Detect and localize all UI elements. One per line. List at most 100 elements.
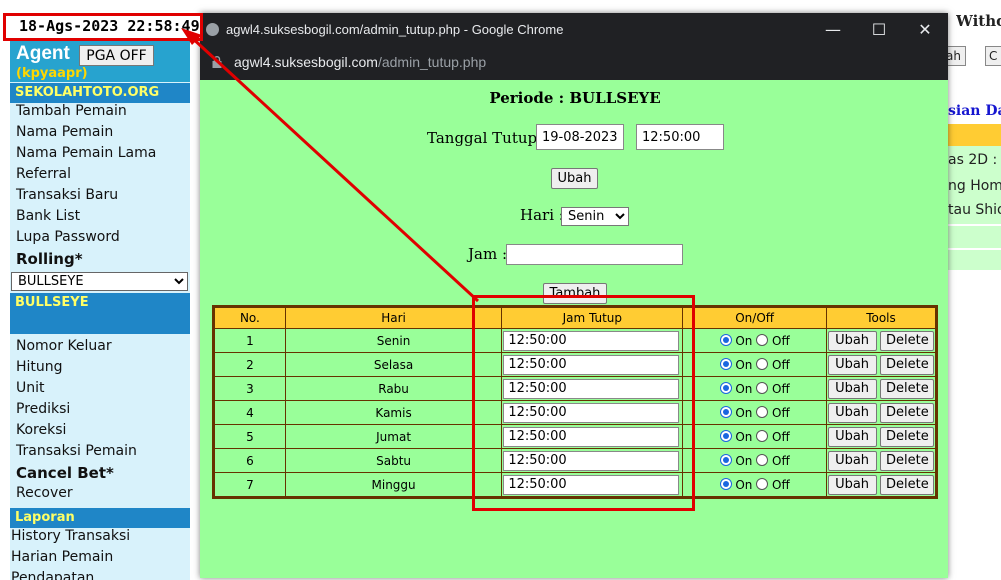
sidebar: Agent PGA OFF (kpyaapr) SEKOLAHTOTO.ORG … bbox=[10, 40, 190, 580]
radio-off-label: Off bbox=[772, 477, 790, 492]
sidebar-menu-item[interactable]: Pendapatan bbox=[10, 570, 190, 580]
row-delete-button[interactable]: Delete bbox=[880, 426, 935, 447]
row-ubah-button[interactable]: Ubah bbox=[827, 474, 877, 495]
radio-off[interactable] bbox=[756, 405, 769, 418]
annotation-highlight-box bbox=[472, 295, 695, 511]
minimize-icon[interactable]: — bbox=[810, 17, 856, 43]
section-bullseye: BULLSEYE bbox=[10, 293, 190, 334]
section-laporan: Laporan bbox=[10, 508, 190, 528]
agent-header: Agent PGA OFF (kpyaapr) bbox=[10, 40, 190, 82]
sidebar-menu-item[interactable]: Koreksi bbox=[10, 422, 190, 443]
radio-off-label: Off bbox=[772, 333, 790, 348]
row-hari: Selasa bbox=[285, 353, 502, 376]
sidebar-menu-item[interactable]: Nama Pemain bbox=[10, 124, 190, 145]
row-on-off: On Off bbox=[683, 401, 826, 424]
pga-off-button[interactable]: PGA OFF bbox=[79, 45, 154, 66]
header-on-off: On/Off bbox=[683, 308, 826, 328]
row-ubah-button[interactable]: Ubah bbox=[827, 330, 877, 351]
address-bar[interactable]: agwl4.suksesbogil.com/admin_tutup.php bbox=[200, 45, 948, 79]
sidebar-menu-item[interactable]: Unit bbox=[10, 380, 190, 401]
tanggal-tutup-label: Tanggal Tutup : bbox=[427, 129, 547, 147]
row-number: 3 bbox=[215, 377, 285, 400]
sidebar-menu-item[interactable]: History Transaksi bbox=[10, 528, 190, 549]
row-ubah-button[interactable]: Ubah bbox=[827, 450, 877, 471]
radio-off[interactable] bbox=[756, 381, 769, 394]
row-number: 7 bbox=[215, 473, 285, 496]
radio-off-label: Off bbox=[772, 381, 790, 396]
bg-yellow-row bbox=[948, 124, 1001, 146]
menu-rolling[interactable]: Rolling* bbox=[10, 250, 190, 271]
bg-row-line bbox=[948, 224, 1001, 226]
radio-on[interactable] bbox=[719, 429, 732, 442]
agent-title: Agent bbox=[16, 43, 70, 64]
row-tools: Ubah Delete bbox=[826, 401, 935, 424]
radio-on[interactable] bbox=[719, 381, 732, 394]
annotation-date-box: 18-Ags-2023 22:58:49 bbox=[3, 13, 203, 41]
bg-row-3: tau Shio bbox=[948, 202, 1001, 218]
jam-label: Jam : bbox=[468, 245, 508, 263]
sidebar-menu-item[interactable]: Transaksi Baru bbox=[10, 187, 190, 208]
radio-off[interactable] bbox=[756, 429, 769, 442]
sidebar-menu-item[interactable]: Nama Pemain Lama bbox=[10, 145, 190, 166]
sidebar-menu-item[interactable]: Lupa Password bbox=[10, 229, 190, 250]
rolling-select[interactable]: BULLSEYE bbox=[11, 272, 188, 291]
row-ubah-button[interactable]: Ubah bbox=[827, 426, 877, 447]
radio-on[interactable] bbox=[719, 453, 732, 466]
menu-group-3: History Transaksi Harian Pemain Pendapatan bbox=[10, 528, 190, 580]
sidebar-menu-item[interactable]: Tambah Pemain bbox=[10, 103, 190, 124]
bg-row-1: as 2D : bbox=[948, 152, 998, 168]
radio-off[interactable] bbox=[756, 333, 769, 346]
row-delete-button[interactable]: Delete bbox=[880, 330, 935, 351]
row-delete-button[interactable]: Delete bbox=[880, 354, 935, 375]
row-on-off: On Off bbox=[683, 329, 826, 352]
row-delete-button[interactable]: Delete bbox=[880, 378, 935, 399]
row-tools: Ubah Delete bbox=[826, 449, 935, 472]
tanggal-tutup-input[interactable] bbox=[536, 124, 624, 150]
bg-button-2[interactable]: C bbox=[985, 46, 1001, 66]
header-hari: Hari bbox=[285, 308, 502, 328]
ubah-button[interactable]: Ubah bbox=[551, 168, 598, 189]
row-delete-button[interactable]: Delete bbox=[880, 402, 935, 423]
hari-select[interactable]: Senin bbox=[561, 207, 629, 226]
row-number: 1 bbox=[215, 329, 285, 352]
sidebar-menu-item[interactable]: Nomor Keluar bbox=[10, 338, 190, 359]
radio-off[interactable] bbox=[756, 453, 769, 466]
jam-input[interactable] bbox=[506, 244, 683, 265]
bg-link[interactable]: sian Da bbox=[948, 103, 1001, 119]
row-ubah-button[interactable]: Ubah bbox=[827, 354, 877, 375]
sidebar-menu-item[interactable]: Harian Pemain bbox=[10, 549, 190, 570]
maximize-icon[interactable]: ☐ bbox=[856, 17, 902, 43]
row-tools: Ubah Delete bbox=[826, 353, 935, 376]
row-ubah-button[interactable]: Ubah bbox=[827, 378, 877, 399]
row-hari: Kamis bbox=[285, 401, 502, 424]
agent-username: (kpyaapr) bbox=[16, 66, 88, 81]
bg-row-2: ng Hom bbox=[948, 178, 1001, 194]
row-on-off: On Off bbox=[683, 449, 826, 472]
row-tools: Ubah Delete bbox=[826, 425, 935, 448]
sidebar-menu-item[interactable]: Transaksi Pemain bbox=[10, 443, 190, 464]
row-delete-button[interactable]: Delete bbox=[880, 450, 935, 471]
radio-off-label: Off bbox=[772, 405, 790, 420]
sidebar-menu-item[interactable]: Hitung bbox=[10, 359, 190, 380]
row-number: 6 bbox=[215, 449, 285, 472]
row-tools: Ubah Delete bbox=[826, 473, 935, 496]
radio-off-label: Off bbox=[772, 429, 790, 444]
radio-on[interactable] bbox=[719, 477, 732, 490]
menu-cancel-bet[interactable]: Cancel Bet* bbox=[10, 464, 190, 485]
url-path: /admin_tutup.php bbox=[377, 54, 487, 70]
url-text[interactable]: agwl4.suksesbogil.com/admin_tutup.php bbox=[234, 54, 486, 70]
radio-off[interactable] bbox=[756, 357, 769, 370]
row-delete-button[interactable]: Delete bbox=[880, 474, 935, 495]
radio-on[interactable] bbox=[719, 357, 732, 370]
row-ubah-button[interactable]: Ubah bbox=[827, 402, 877, 423]
menu-recover[interactable]: Recover bbox=[10, 485, 190, 506]
close-icon[interactable]: ✕ bbox=[902, 17, 948, 43]
radio-on[interactable] bbox=[719, 333, 732, 346]
radio-on[interactable] bbox=[719, 405, 732, 418]
sidebar-menu-item[interactable]: Prediksi bbox=[10, 401, 190, 422]
sidebar-menu-item[interactable]: Referral bbox=[10, 166, 190, 187]
sidebar-menu-item[interactable]: Bank List bbox=[10, 208, 190, 229]
jam-tutup-input[interactable] bbox=[636, 124, 724, 150]
row-hari: Minggu bbox=[285, 473, 502, 496]
radio-off[interactable] bbox=[756, 477, 769, 490]
